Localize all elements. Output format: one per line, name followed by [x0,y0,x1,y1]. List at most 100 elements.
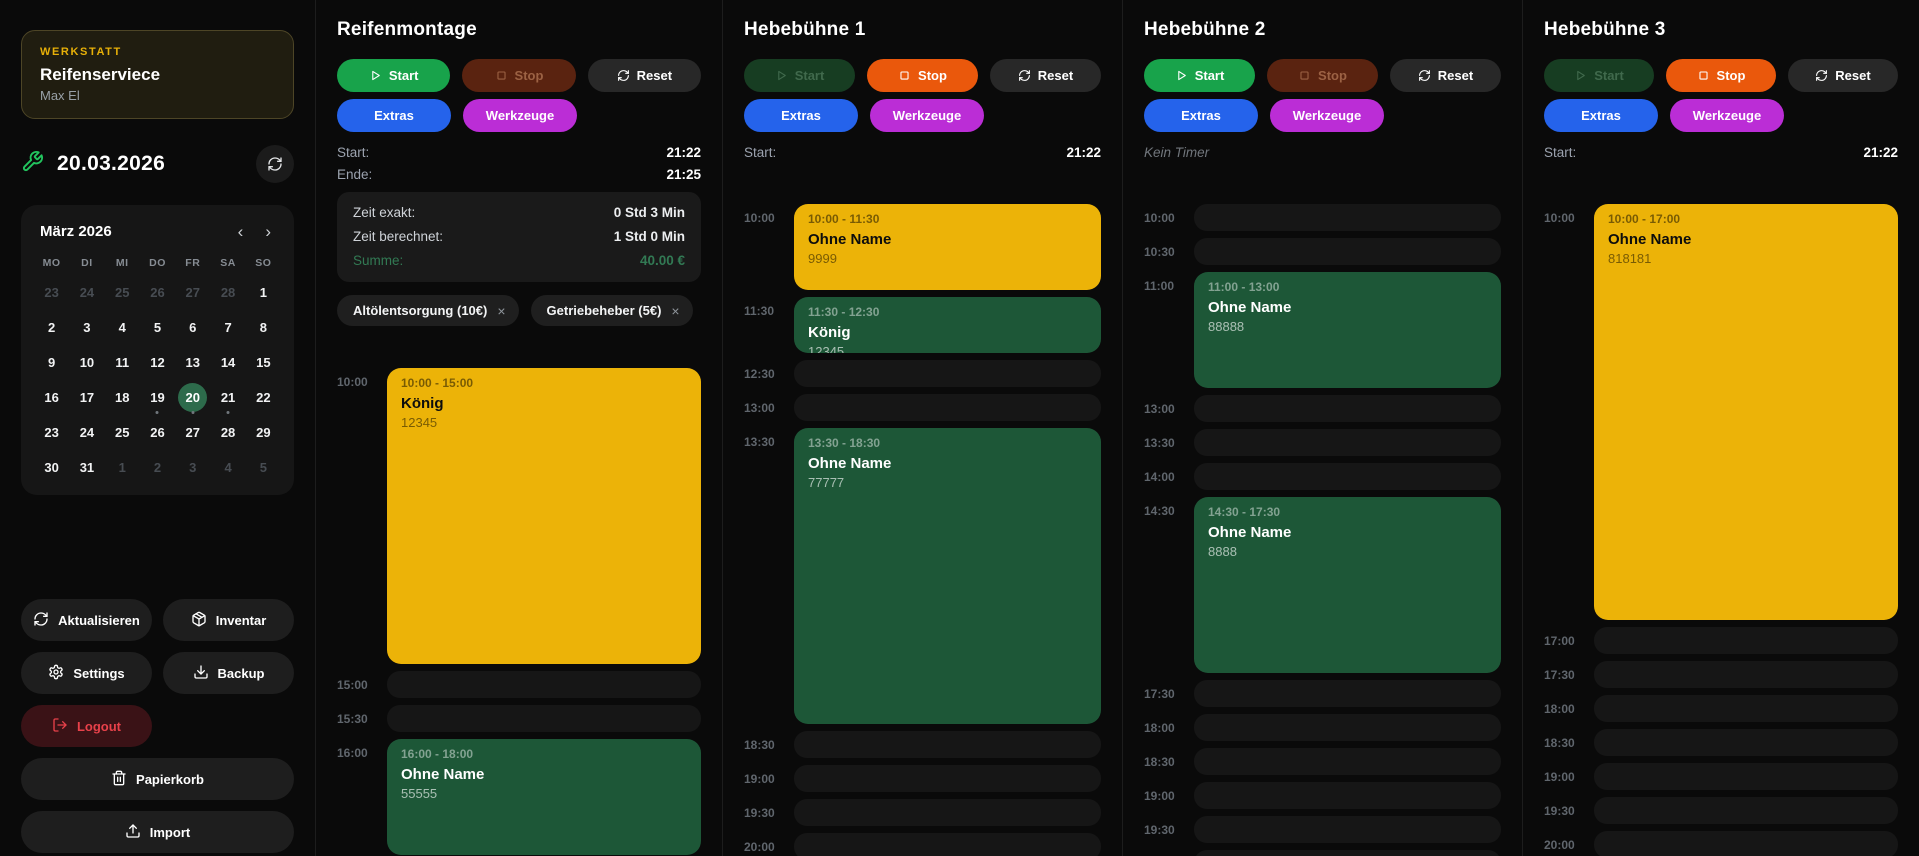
date-refresh-button[interactable] [256,145,294,183]
calendar-day[interactable]: 25 [105,275,140,310]
calendar-day[interactable]: 31 [69,450,104,485]
timeline-empty-slot[interactable] [1194,429,1501,456]
calendar-day[interactable]: 17 [69,380,104,415]
booking-event[interactable]: 11:00 - 13:00Ohne Name88888 [1194,272,1501,388]
calendar-day[interactable]: 11 [105,345,140,380]
calendar-day[interactable]: 1 [105,450,140,485]
timeline-empty-slot[interactable] [794,799,1101,826]
remove-tag-button[interactable]: × [497,303,505,319]
timeline-empty-slot[interactable] [1594,695,1898,722]
calendar-day[interactable]: 5 [140,310,175,345]
werkzeuge-button[interactable]: Werkzeuge [463,99,577,132]
calendar-day[interactable]: 26 [140,415,175,450]
timeline-empty-slot[interactable] [1194,395,1501,422]
calendar-day[interactable]: 27 [175,415,210,450]
calendar-day[interactable]: 10 [69,345,104,380]
timeline-empty-slot[interactable] [387,671,701,698]
reset-button[interactable]: Reset [1788,59,1898,92]
timeline-empty-slot[interactable] [794,731,1101,758]
extras-button[interactable]: Extras [744,99,858,132]
backup-button[interactable]: Backup [163,652,294,694]
booking-event[interactable]: 10:00 - 15:00König12345 [387,368,701,664]
timeline-empty-slot[interactable] [1194,850,1501,856]
calendar-day[interactable]: 4 [105,310,140,345]
timeline-empty-slot[interactable] [387,705,701,732]
calendar-day[interactable]: 29 [246,415,281,450]
calendar-day[interactable]: 18 [105,380,140,415]
calendar-day[interactable]: 2 [140,450,175,485]
calendar-day[interactable]: 25 [105,415,140,450]
timeline-empty-slot[interactable] [1594,627,1898,654]
calendar-day[interactable]: 30 [34,450,69,485]
timeline-empty-slot[interactable] [1194,238,1501,265]
timeline-empty-slot[interactable] [1594,797,1898,824]
papierkorb-button[interactable]: Papierkorb [21,758,294,800]
booking-event[interactable]: 13:30 - 18:30Ohne Name77777 [794,428,1101,724]
import-button[interactable]: Import [21,811,294,853]
timeline-empty-slot[interactable] [1194,748,1501,775]
reset-button[interactable]: Reset [588,59,701,92]
calendar-day[interactable]: 2 [34,310,69,345]
stop-button[interactable]: Stop [867,59,978,92]
timeline-empty-slot[interactable] [1194,782,1501,809]
calendar-day[interactable]: 4 [210,450,245,485]
calendar-day[interactable]: 24 [69,415,104,450]
calendar-day[interactable]: 28 [210,275,245,310]
aktualisieren-button[interactable]: Aktualisieren [21,599,152,641]
calendar-prev-button[interactable]: ‹ [234,221,248,242]
extras-button[interactable]: Extras [337,99,451,132]
calendar-day[interactable]: 6 [175,310,210,345]
booking-event[interactable]: 14:30 - 17:30Ohne Name8888 [1194,497,1501,673]
calendar-day[interactable]: 16 [34,380,69,415]
werkzeuge-button[interactable]: Werkzeuge [870,99,984,132]
timeline-empty-slot[interactable] [794,765,1101,792]
werkzeuge-button[interactable]: Werkzeuge [1270,99,1384,132]
calendar-day[interactable]: 7 [210,310,245,345]
timeline-empty-slot[interactable] [1594,661,1898,688]
stop-button[interactable]: Stop [1666,59,1776,92]
calendar-day[interactable]: 13 [175,345,210,380]
timeline-empty-slot[interactable] [794,394,1101,421]
calendar-day-selected[interactable]: 20 [175,380,210,415]
timeline-empty-slot[interactable] [1194,204,1501,231]
calendar-day[interactable]: 27 [175,275,210,310]
calendar-day[interactable]: 28 [210,415,245,450]
werkzeuge-button[interactable]: Werkzeuge [1670,99,1784,132]
timeline-empty-slot[interactable] [1594,763,1898,790]
calendar-day[interactable]: 5 [246,450,281,485]
inventar-button[interactable]: Inventar [163,599,294,641]
booking-event[interactable]: 10:00 - 17:00Ohne Name818181 [1594,204,1898,620]
calendar-day[interactable]: 23 [34,415,69,450]
start-button[interactable]: Start [337,59,450,92]
timeline-empty-slot[interactable] [1594,729,1898,756]
calendar-next-button[interactable]: › [261,221,275,242]
extras-button[interactable]: Extras [1144,99,1258,132]
reset-button[interactable]: Reset [1390,59,1501,92]
calendar-day[interactable]: 14 [210,345,245,380]
timeline-empty-slot[interactable] [1194,463,1501,490]
calendar-day[interactable]: 23 [34,275,69,310]
logout-button[interactable]: Logout [21,705,152,747]
calendar-day[interactable]: 26 [140,275,175,310]
calendar-day[interactable]: 24 [69,275,104,310]
booking-event[interactable]: 11:30 - 12:30König12345 [794,297,1101,353]
settings-button[interactable]: Settings [21,652,152,694]
calendar-day[interactable]: 9 [34,345,69,380]
booking-event[interactable]: 10:00 - 11:30Ohne Name9999 [794,204,1101,290]
booking-event[interactable]: 16:00 - 18:00Ohne Name55555 [387,739,701,855]
calendar-day[interactable]: 1 [246,275,281,310]
calendar-day[interactable]: 8 [246,310,281,345]
calendar-day[interactable]: 3 [175,450,210,485]
timeline-empty-slot[interactable] [1194,680,1501,707]
calendar-day[interactable]: 3 [69,310,104,345]
timeline-empty-slot[interactable] [1194,816,1501,843]
timeline-empty-slot[interactable] [794,833,1101,856]
timeline-empty-slot[interactable] [1594,831,1898,856]
calendar-day[interactable]: 15 [246,345,281,380]
remove-tag-button[interactable]: × [671,303,679,319]
calendar-day[interactable]: 12 [140,345,175,380]
reset-button[interactable]: Reset [990,59,1101,92]
calendar-day[interactable]: 19 [140,380,175,415]
timeline-empty-slot[interactable] [1194,714,1501,741]
calendar-day[interactable]: 22 [246,380,281,415]
